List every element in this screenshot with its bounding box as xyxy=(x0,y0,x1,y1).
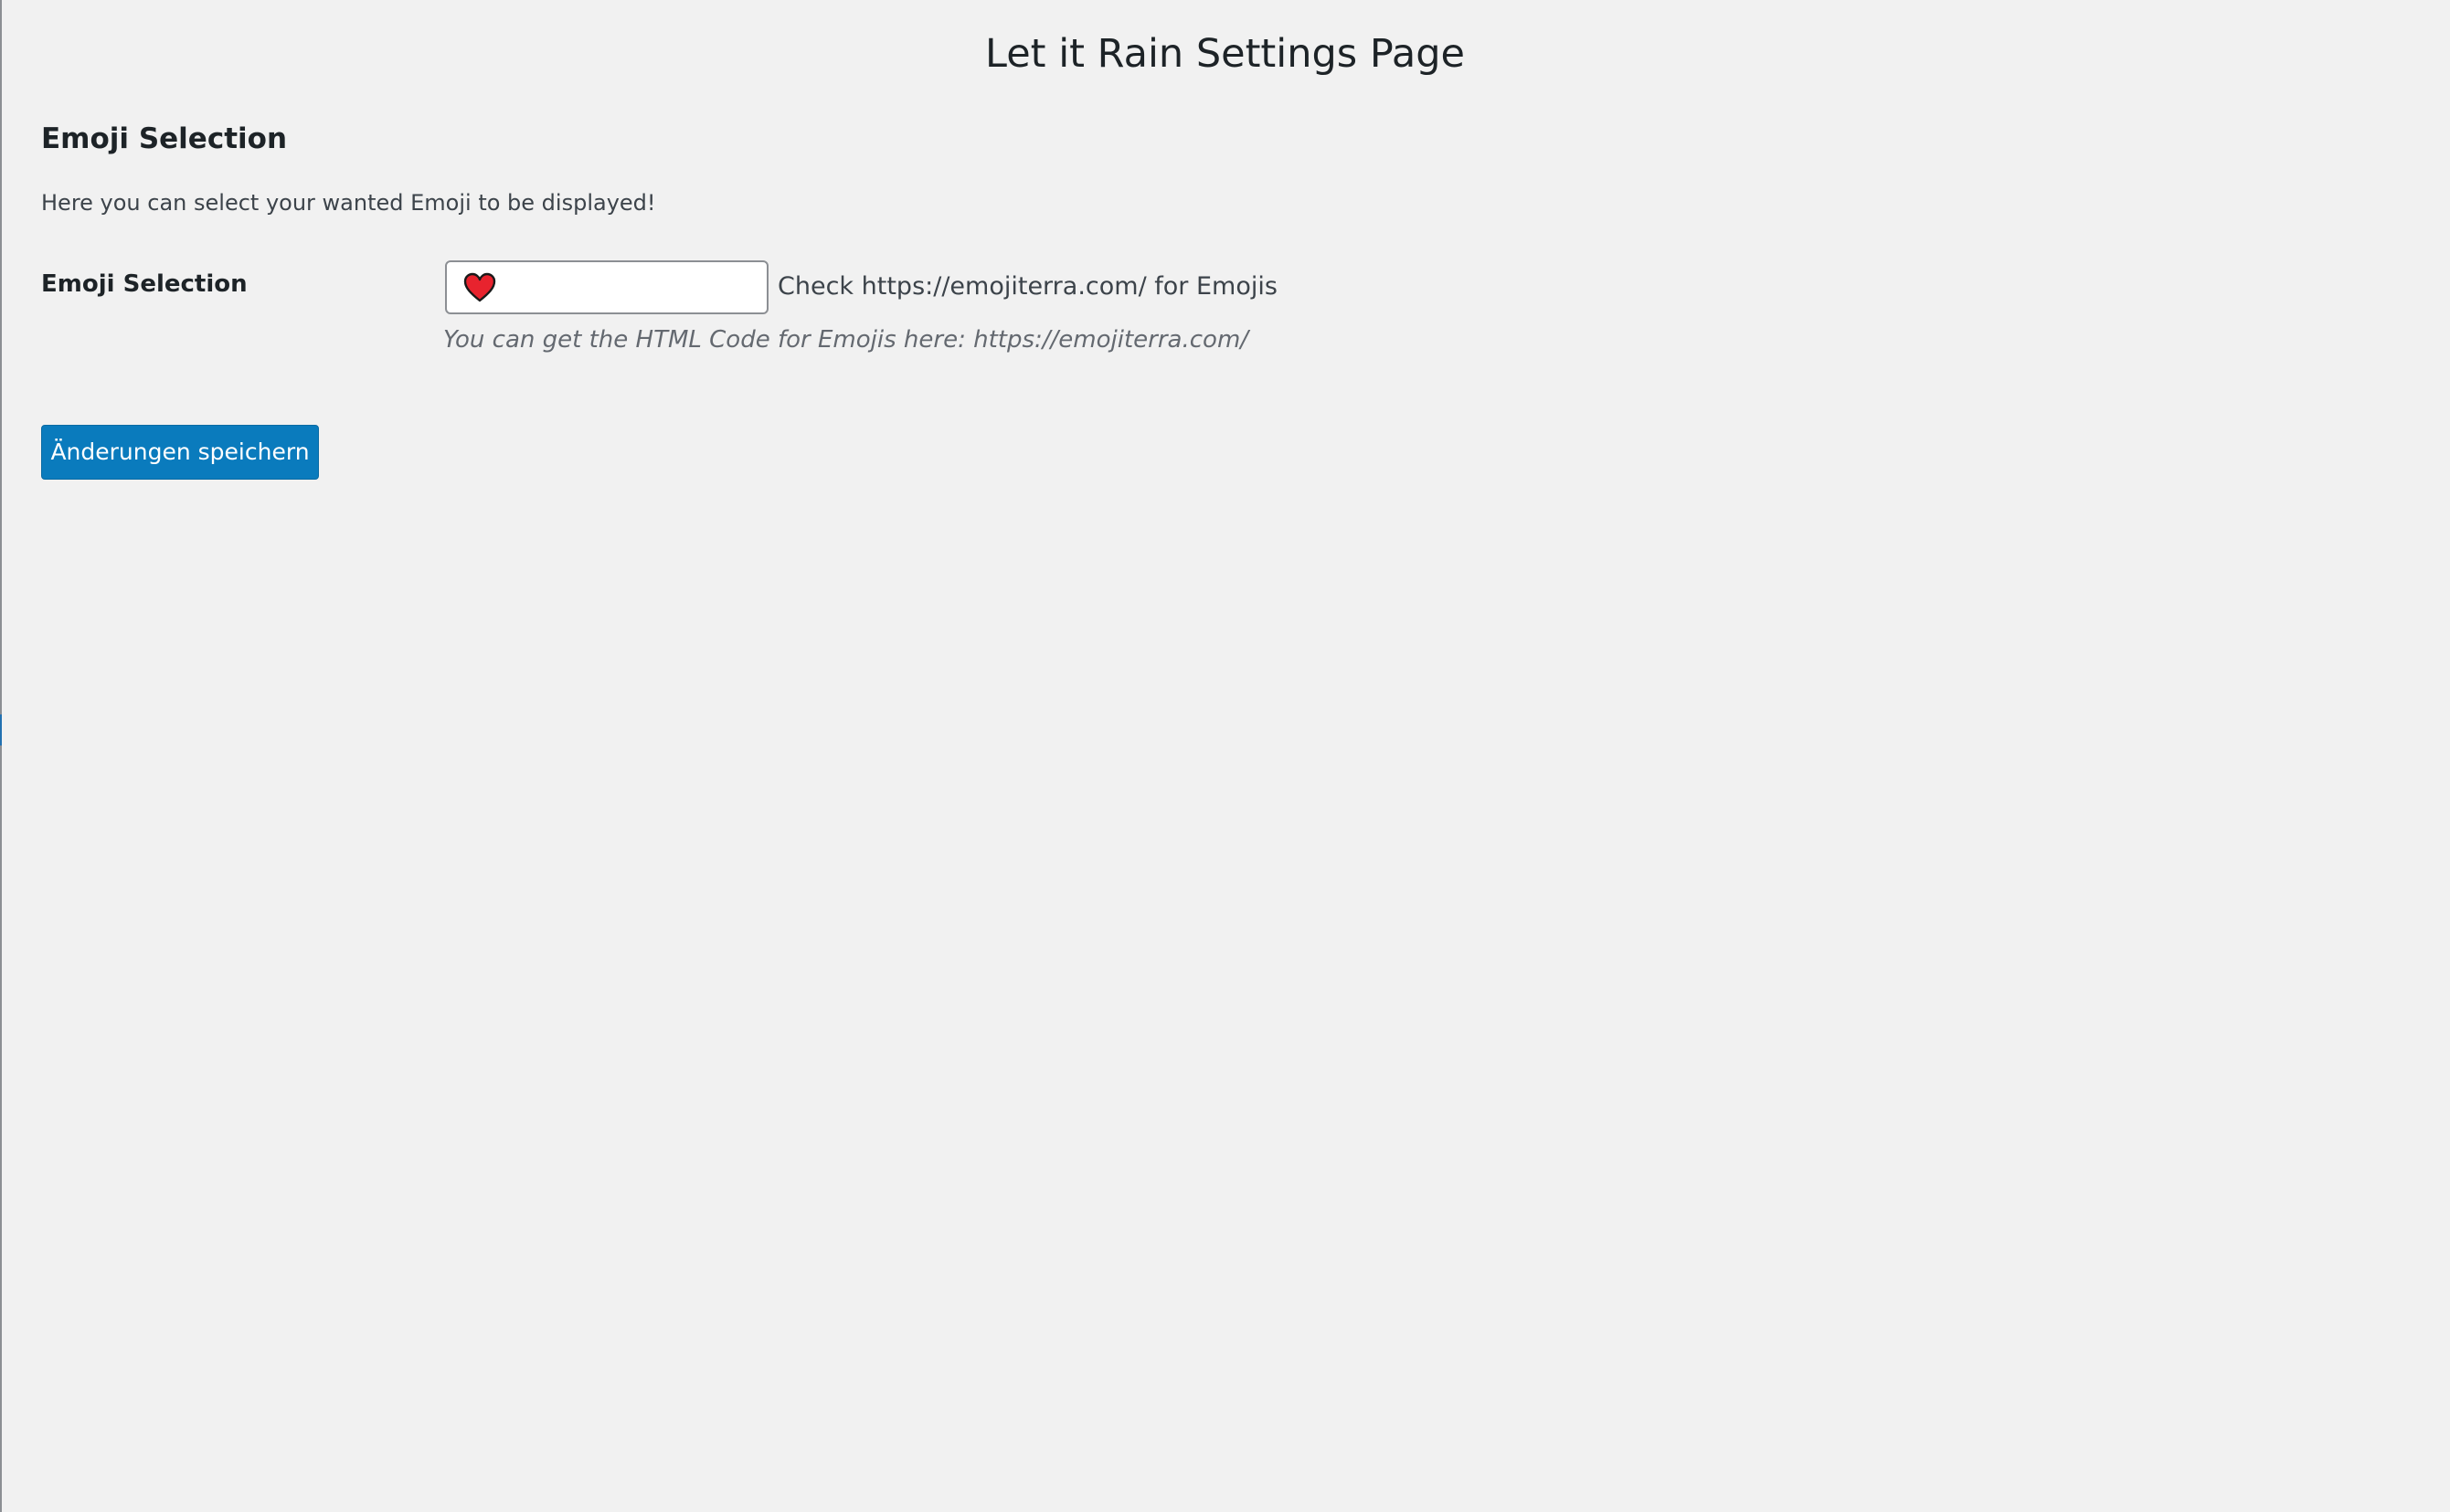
emoji-field-hint: Check https://emojiterra.com/ for Emojis xyxy=(778,272,1278,301)
page-title: Let it Rain Settings Page xyxy=(985,31,1465,77)
emoji-field-description: You can get the HTML Code for Emojis her… xyxy=(443,326,1249,354)
section-description: Here you can select your wanted Emoji to… xyxy=(41,190,656,216)
emoji-selection-label: Emoji Selection xyxy=(41,270,248,298)
window-left-border xyxy=(0,0,2,1512)
emoji-selection-input[interactable] xyxy=(445,260,769,314)
window-left-accent xyxy=(0,714,2,745)
red-heart-emoji-icon xyxy=(463,272,496,303)
section-title: Emoji Selection xyxy=(41,122,288,155)
save-changes-button[interactable]: Änderungen speichern xyxy=(41,425,319,480)
